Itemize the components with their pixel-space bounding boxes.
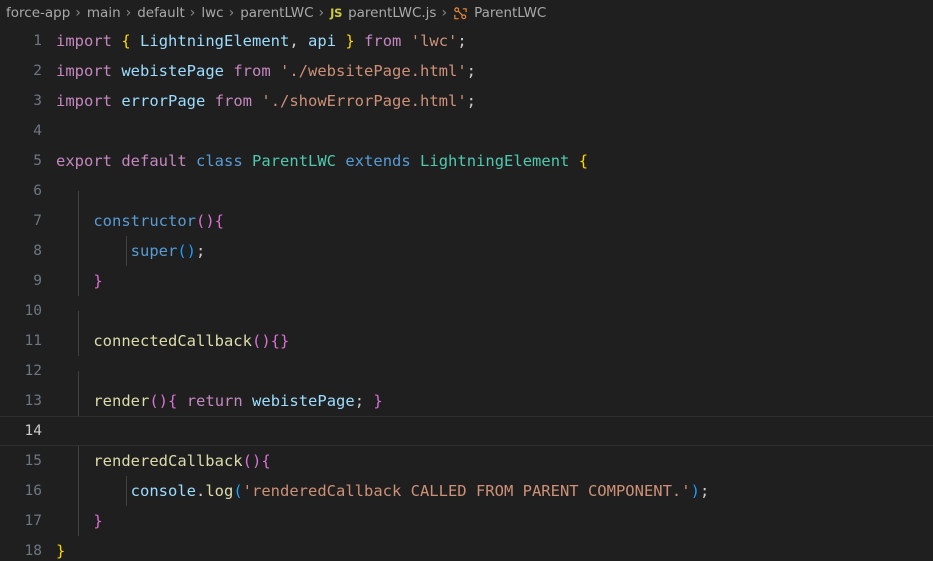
indent-guide	[78, 206, 79, 236]
code-line[interactable]: 6	[0, 176, 933, 221]
line-number: 8	[33, 243, 42, 259]
line-number-active: 14	[24, 423, 42, 439]
code-line-content[interactable]: }	[56, 536, 933, 561]
code-line-active[interactable]: 14	[0, 416, 933, 446]
line-number: 18	[24, 543, 42, 559]
code-line[interactable]: 15 renderedCallback(){	[0, 446, 933, 476]
code-line[interactable]: 9 }	[0, 266, 933, 296]
code-line[interactable]: 5 export default class ParentLWC extends…	[0, 146, 933, 176]
line-number: 11	[24, 333, 42, 349]
indent-guide	[78, 446, 79, 476]
breadcrumb-separator-icon: ›	[441, 5, 448, 21]
breadcrumb-item-default[interactable]: default	[135, 5, 187, 21]
js-file-icon: JS	[330, 6, 343, 20]
line-number: 3	[33, 93, 42, 109]
breadcrumb-label: parentLWC.js	[348, 5, 437, 21]
indent-guide	[126, 476, 127, 506]
breadcrumb-item-parentlwc-js-file[interactable]: JS parentLWC.js	[328, 5, 438, 21]
breadcrumb-item-parentlwc-class[interactable]: ParentLWC	[451, 5, 548, 21]
line-number: 1	[33, 33, 42, 49]
code-line-content[interactable]: }	[56, 266, 933, 296]
code-line[interactable]: 4	[0, 116, 933, 146]
indent-guide	[78, 476, 79, 506]
breadcrumb-label: default	[137, 5, 185, 21]
indent-guide	[78, 386, 79, 416]
code-line-content[interactable]: export default class ParentLWC extends L…	[56, 146, 933, 176]
indent-guide	[78, 266, 79, 296]
breadcrumb-label: ParentLWC	[474, 5, 547, 21]
line-number: 5	[33, 153, 42, 169]
code-line[interactable]: 7 constructor(){	[0, 206, 933, 236]
breadcrumb-label: force-app	[6, 5, 71, 21]
code-line[interactable]: 17 }	[0, 506, 933, 536]
code-line[interactable]: 8 super();	[0, 236, 933, 266]
code-line-content[interactable]: import errorPage from './showErrorPage.h…	[56, 86, 933, 116]
code-line-content[interactable]: console.log('renderedCallback CALLED FRO…	[56, 476, 933, 506]
code-line[interactable]: 2 import webistePage from './websitePage…	[0, 56, 933, 86]
line-number: 16	[24, 483, 42, 499]
code-line-content[interactable]: constructor(){	[56, 206, 933, 236]
code-line[interactable]: 16 console.log('renderedCallback CALLED …	[0, 476, 933, 506]
line-number: 6	[33, 183, 42, 199]
breadcrumb-item-main[interactable]: main	[85, 5, 123, 21]
code-line[interactable]: 10	[0, 296, 933, 341]
code-line-content[interactable]: import webistePage from './websitePage.h…	[56, 56, 933, 86]
breadcrumb-separator-icon: ›	[228, 5, 235, 21]
code-line-content[interactable]: import { LightningElement, api } from 'l…	[56, 26, 933, 56]
code-editor[interactable]: 1 import { LightningElement, api } from …	[0, 26, 933, 561]
code-line-content[interactable]: super();	[56, 236, 933, 266]
line-number: 7	[33, 213, 42, 229]
code-line[interactable]: 3 import errorPage from './showErrorPage…	[0, 86, 933, 116]
breadcrumb-separator-icon: ›	[125, 5, 132, 21]
breadcrumb-label: lwc	[201, 5, 224, 21]
line-number: 10	[24, 303, 42, 319]
indent-guide	[78, 236, 79, 266]
breadcrumb: force-app › main › default › lwc › paren…	[0, 0, 933, 26]
code-line[interactable]: 1 import { LightningElement, api } from …	[0, 26, 933, 56]
breadcrumb-separator-icon: ›	[189, 5, 196, 21]
line-number: 15	[24, 453, 42, 469]
breadcrumb-separator-icon: ›	[75, 5, 81, 21]
indent-guide	[126, 236, 127, 266]
class-symbol-icon	[453, 6, 468, 21]
indent-guide	[78, 326, 79, 356]
code-line-content[interactable]: connectedCallback(){}	[56, 326, 933, 356]
code-line[interactable]: 12	[0, 356, 933, 401]
breadcrumb-label: main	[86, 5, 121, 21]
line-number: 4	[33, 123, 42, 139]
code-line-content[interactable]: render(){ return webistePage; }	[56, 386, 933, 416]
code-line[interactable]: 13 render(){ return webistePage; }	[0, 386, 933, 416]
breadcrumb-item-lwc[interactable]: lwc	[199, 5, 225, 21]
line-number: 2	[33, 63, 42, 79]
code-line[interactable]: 18 }	[0, 536, 933, 561]
code-line-content[interactable]: }	[56, 506, 933, 536]
indent-guide	[78, 506, 79, 536]
line-number: 12	[24, 363, 42, 379]
line-number: 17	[24, 513, 42, 529]
code-line-content[interactable]: renderedCallback(){	[56, 446, 933, 476]
breadcrumb-separator-icon: ›	[318, 5, 325, 21]
breadcrumb-item-force-app[interactable]: force-app	[4, 5, 72, 21]
breadcrumb-item-parentlwc-folder[interactable]: parentLWC	[238, 5, 315, 21]
line-number: 9	[33, 273, 42, 289]
line-number: 13	[24, 393, 42, 409]
breadcrumb-label: parentLWC	[240, 5, 314, 21]
code-line[interactable]: 11 connectedCallback(){}	[0, 326, 933, 356]
